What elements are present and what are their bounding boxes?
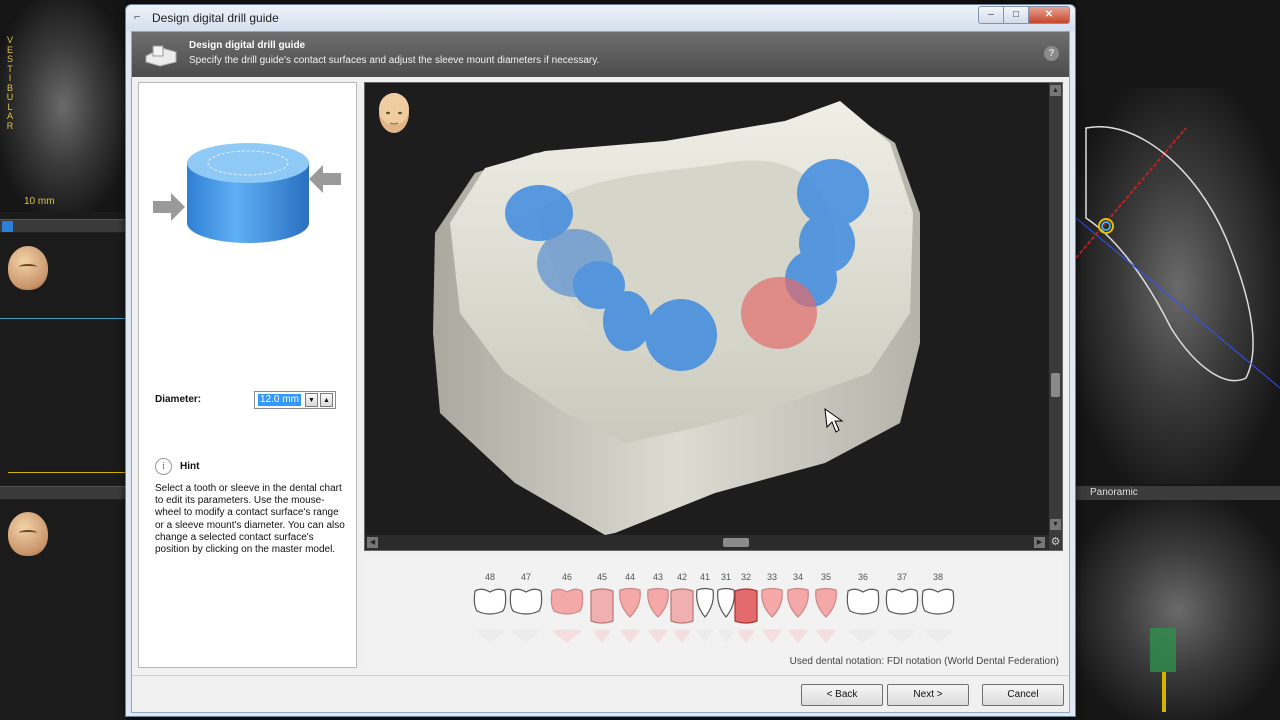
axis-line: [0, 318, 126, 319]
next-button[interactable]: Next >: [887, 684, 969, 706]
tooth-37[interactable]: [883, 587, 921, 647]
scroll-down-button[interactable]: ▼: [1050, 519, 1061, 530]
window-title: Design digital drill guide: [152, 11, 279, 25]
tooth-44[interactable]: [616, 587, 644, 647]
diameter-label: Diameter:: [155, 394, 202, 405]
notation-label: Used dental notation: FDI notation (Worl…: [789, 656, 1059, 667]
cross-section-view: [1076, 88, 1280, 484]
panel-blue-marker: [2, 221, 13, 232]
dental-chart[interactable]: 48 47 46 45 44 43 42 41 31 32 33 34 35 36 37 38 Used de…: [364, 554, 1063, 668]
wizard-footer: < Back Next > Cancel: [132, 675, 1069, 712]
panoramic-view: [1076, 500, 1280, 720]
minimize-button[interactable]: ‒: [978, 6, 1004, 24]
close-button[interactable]: ✕: [1028, 6, 1070, 24]
tooth-43[interactable]: [644, 587, 672, 647]
left-view-panels: VESTIBULAR 10 mm: [0, 0, 126, 720]
horizontal-scroll-thumb[interactable]: [723, 538, 749, 547]
cross-section-overlay: [1076, 126, 1280, 389]
3d-model-view[interactable]: ▲ ▼ ◀ ▶ ⚙: [364, 82, 1063, 551]
panel-bar: [0, 486, 126, 500]
horizontal-scrollbar[interactable]: ◀ ▶: [365, 535, 1049, 550]
tooth-number: 45: [596, 572, 607, 582]
tooth-number: 38: [932, 572, 943, 582]
tooth-47[interactable]: [507, 587, 545, 647]
tooth-48[interactable]: [471, 587, 509, 647]
back-button[interactable]: < Back: [801, 684, 883, 706]
drill-guide-app-icon: ⌐: [134, 11, 141, 23]
hint-text: Select a tooth or sleeve in the dental c…: [155, 483, 345, 556]
parameters-panel: Diameter: 12.0 mm ▼ ▲ i Hint Select a to…: [138, 82, 357, 668]
orientation-head-icon[interactable]: [377, 89, 411, 139]
maximize-button[interactable]: □: [1003, 6, 1029, 24]
panel-bar: [0, 219, 126, 233]
tooth-number: 35: [820, 572, 831, 582]
tooth-32[interactable]: [733, 587, 759, 647]
vertical-scroll-thumb[interactable]: [1051, 373, 1060, 397]
cancel-button[interactable]: Cancel: [982, 684, 1064, 706]
tooth-number: 33: [766, 572, 777, 582]
scroll-left-button[interactable]: ◀: [367, 537, 378, 548]
tooth-36[interactable]: [844, 587, 882, 647]
tooth-46[interactable]: [548, 587, 586, 647]
tooth-33[interactable]: [758, 587, 786, 647]
dialog-content: Design digital drill guide Specify the d…: [131, 31, 1070, 713]
tooth-number: 46: [561, 572, 572, 582]
tooth-number: 36: [857, 572, 868, 582]
sleeve-diameter-illustration: [153, 143, 341, 243]
step-title: Design digital drill guide: [189, 40, 306, 51]
tooth-42[interactable]: [669, 587, 695, 647]
tooth-number: 47: [520, 572, 531, 582]
hint-title: Hint: [180, 461, 200, 472]
tooth-35[interactable]: [812, 587, 840, 647]
right-view-panels: [1076, 0, 1280, 720]
drill-guide-icon: [145, 45, 177, 67]
step-subtitle: Specify the drill guide's contact surfac…: [189, 55, 600, 66]
selected-sleeve-mount: [741, 277, 817, 349]
scale-label: 10 mm: [24, 196, 55, 207]
vestibular-label: VESTIBULAR: [6, 35, 14, 131]
master-model[interactable]: [365, 83, 1049, 535]
scroll-up-button[interactable]: ▲: [1050, 85, 1061, 96]
orientation-head-icon: [8, 512, 48, 556]
vestibular-ct-slice: [0, 0, 126, 212]
info-icon: i: [155, 458, 172, 475]
tooth-34[interactable]: [784, 587, 812, 647]
diameter-increment-button[interactable]: ▲: [320, 393, 333, 407]
tooth-number: 34: [792, 572, 803, 582]
tooth-number: 37: [896, 572, 907, 582]
vertical-scrollbar[interactable]: ▲ ▼: [1049, 83, 1062, 535]
title-bar[interactable]: ⌐ Design digital drill guide ‒ □ ✕: [126, 5, 1075, 31]
ruler-line: [8, 472, 126, 473]
diameter-input[interactable]: 12.0 mm: [258, 394, 301, 406]
diameter-spinbox[interactable]: 12.0 mm ▼ ▲: [254, 391, 336, 409]
panoramic-overlay: [1150, 628, 1176, 712]
orientation-head-icon: [8, 246, 48, 290]
tooth-number: 32: [740, 572, 751, 582]
drill-guide-dialog: ⌐ Design digital drill guide ‒ □ ✕ Desig…: [125, 4, 1076, 717]
tooth-38[interactable]: [919, 587, 957, 647]
diameter-decrement-button[interactable]: ▼: [305, 393, 318, 407]
tooth-45[interactable]: [589, 587, 615, 647]
panoramic-title: Panoramic: [1076, 486, 1280, 500]
scroll-right-button[interactable]: ▶: [1034, 537, 1045, 548]
gear-icon[interactable]: ⚙: [1049, 535, 1062, 550]
tooth-number: 48: [484, 572, 495, 582]
step-header: Design digital drill guide Specify the d…: [132, 32, 1069, 77]
tooth-number: 44: [624, 572, 635, 582]
help-icon[interactable]: ?: [1044, 46, 1059, 61]
